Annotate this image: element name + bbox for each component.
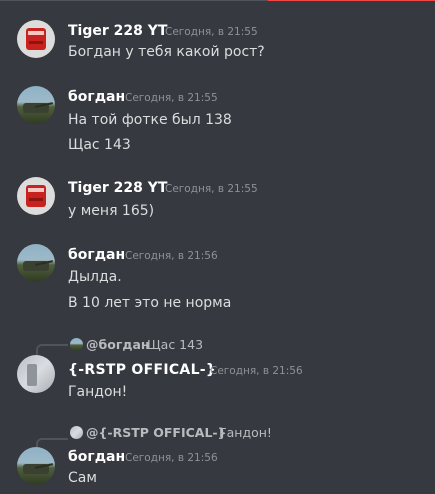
message-text: Дылда. xyxy=(68,269,122,285)
message-timestamp: Сегодня, в 21:55 xyxy=(165,183,258,195)
message-text: Сам xyxy=(68,470,97,486)
message-text: В 10 лет это не норма xyxy=(68,295,232,311)
message-author[interactable]: Tiger 228 YT xyxy=(68,23,167,39)
reply-avatar xyxy=(70,338,83,351)
new-messages-divider xyxy=(268,0,435,1)
message-author[interactable]: Tiger 228 YT xyxy=(68,180,167,196)
message-author[interactable]: богдан xyxy=(68,247,125,263)
avatar-bogdan[interactable] xyxy=(17,86,55,124)
reply-spine xyxy=(36,344,68,356)
message-timestamp: Сегодня, в 21:56 xyxy=(125,452,218,464)
avatar-tiger[interactable] xyxy=(17,20,55,58)
message-text: Щас 143 xyxy=(68,137,131,153)
avatar-rstp[interactable] xyxy=(17,355,55,393)
reply-preview-text[interactable]: Щас 143 xyxy=(147,337,203,352)
message-text: у меня 165) xyxy=(68,203,155,219)
reply-mention[interactable]: @богдан xyxy=(86,337,150,352)
message-text: Гандон! xyxy=(68,384,128,400)
message-author[interactable]: богдан xyxy=(68,449,125,465)
message-timestamp: Сегодня, в 21:56 xyxy=(125,250,218,262)
avatar-tiger[interactable] xyxy=(17,177,55,215)
message-text: На той фотке был 138 xyxy=(68,112,232,128)
reply-mention[interactable]: @{-RSTP OFFICAL-} xyxy=(86,425,227,440)
avatar-bogdan[interactable] xyxy=(17,447,55,485)
message-author[interactable]: богдан xyxy=(68,89,125,105)
message-timestamp: Сегодня, в 21:55 xyxy=(125,92,218,104)
message-text: Богдан у тебя какой рост? xyxy=(68,44,265,60)
reply-preview-text[interactable]: Гандон! xyxy=(219,425,272,440)
avatar-bogdan[interactable] xyxy=(17,244,55,282)
message-timestamp: Сегодня, в 21:56 xyxy=(210,365,303,377)
message-author[interactable]: {-RSTP OFFICAL-} xyxy=(68,362,216,378)
reply-avatar xyxy=(70,426,83,439)
message-timestamp: Сегодня, в 21:55 xyxy=(165,26,258,38)
